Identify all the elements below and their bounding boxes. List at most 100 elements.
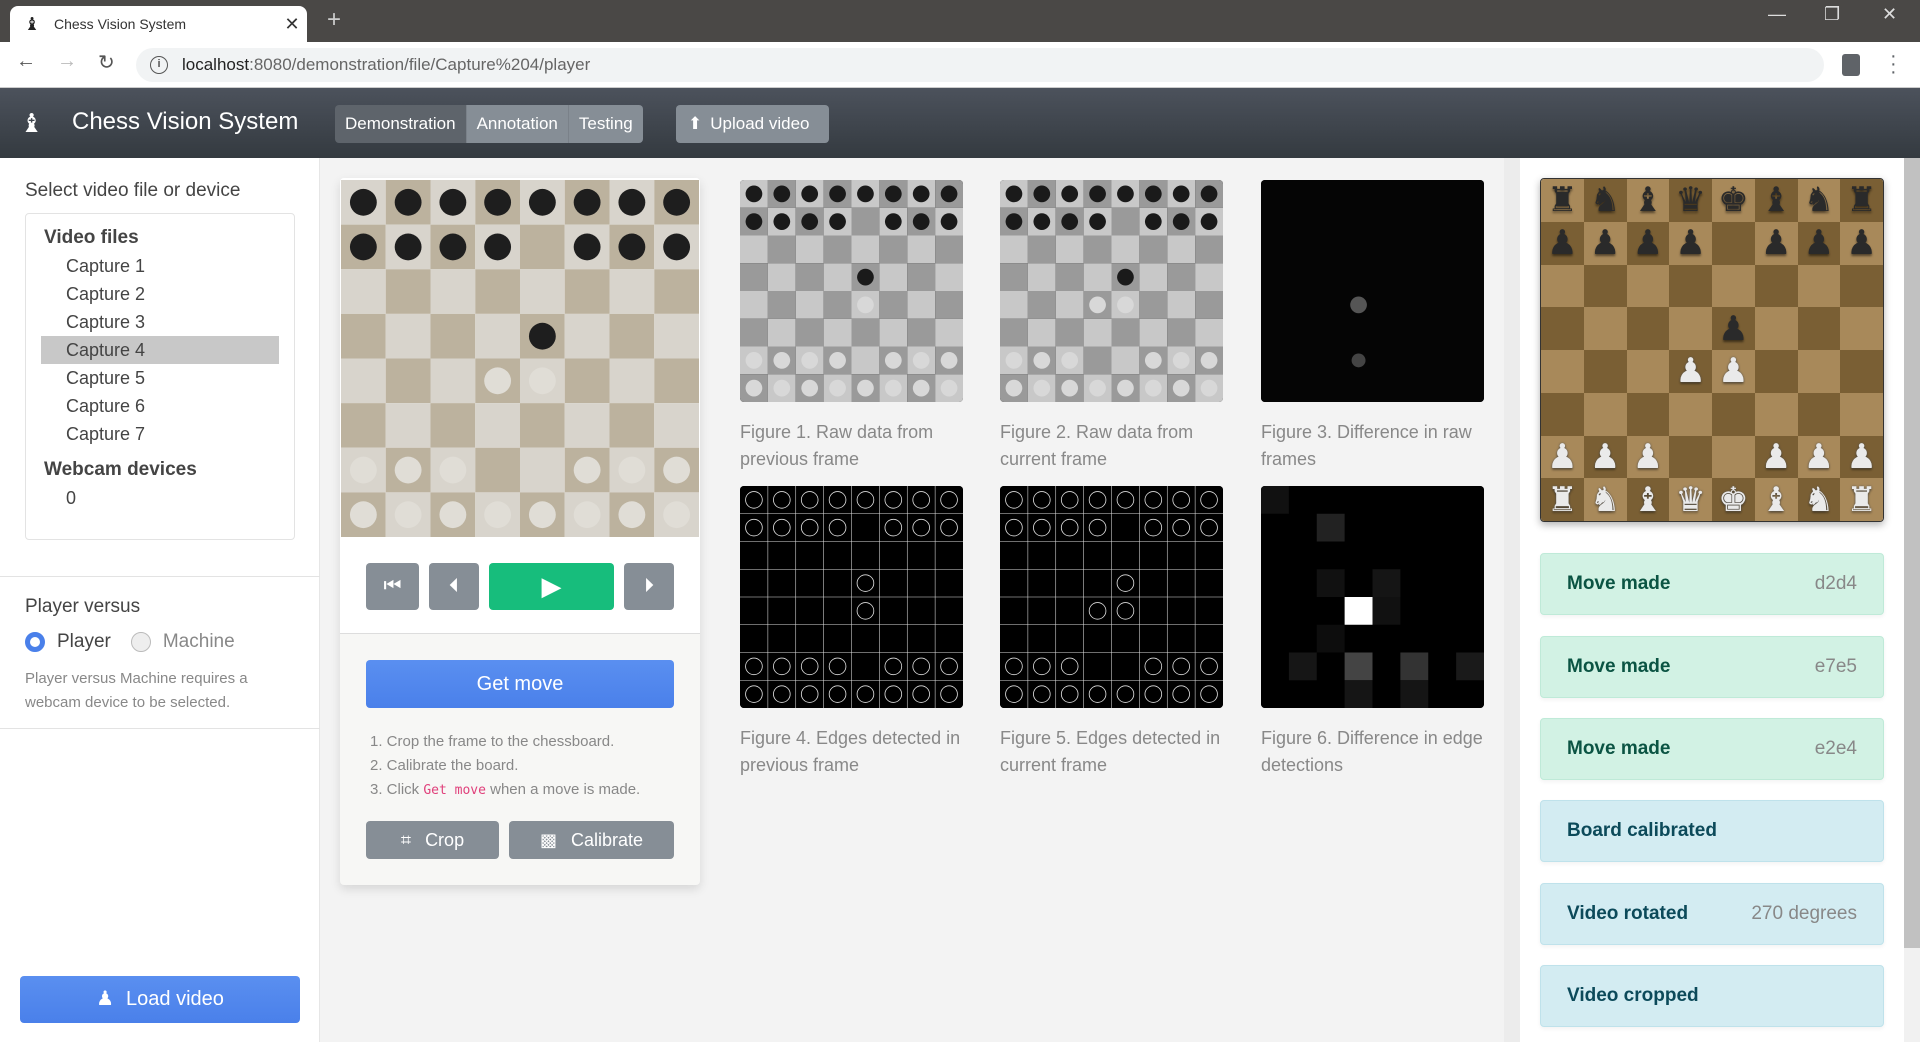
- board-square[interactable]: [1754, 350, 1798, 393]
- video-file-option[interactable]: Capture 3: [41, 308, 279, 336]
- page-scrollbar[interactable]: [1904, 158, 1920, 1042]
- load-video-button[interactable]: ♟ Load video: [20, 976, 300, 1023]
- radio-machine[interactable]: [130, 632, 151, 652]
- first-frame-button[interactable]: ⏮: [366, 563, 419, 610]
- board-square[interactable]: [1840, 350, 1883, 393]
- back-icon[interactable]: ←: [16, 50, 36, 73]
- board-square[interactable]: [1840, 307, 1883, 350]
- close-tab-icon[interactable]: ✕: [277, 14, 307, 35]
- video-file-option-selected[interactable]: Capture 4: [41, 336, 279, 364]
- tab-demonstration[interactable]: Demonstration: [335, 105, 467, 143]
- board-square[interactable]: [1583, 307, 1627, 350]
- white-piece-icon[interactable]: ♜: [1547, 483, 1577, 517]
- play-button[interactable]: ▶: [489, 563, 614, 610]
- white-piece-icon[interactable]: ♞: [1590, 483, 1620, 517]
- white-piece-icon[interactable]: ♟: [1718, 354, 1748, 388]
- board-square[interactable]: [1712, 264, 1755, 308]
- black-piece-icon[interactable]: ♛: [1675, 183, 1705, 217]
- browser-menu-icon[interactable]: · · ·: [1890, 46, 1897, 82]
- white-piece-icon[interactable]: ♟: [1761, 440, 1791, 474]
- white-piece-icon[interactable]: ♚: [1718, 483, 1748, 517]
- white-piece-icon[interactable]: ♝: [1761, 483, 1791, 517]
- board-square[interactable]: [1669, 392, 1712, 436]
- window-close-icon[interactable]: ✕: [1882, 4, 1897, 25]
- black-piece-icon[interactable]: ♞: [1590, 183, 1620, 217]
- white-piece-icon[interactable]: ♟: [1547, 440, 1577, 474]
- tab-testing[interactable]: Testing: [568, 105, 643, 143]
- radio-machine-label[interactable]: Machine: [163, 631, 235, 653]
- board-square[interactable]: ♟: [1712, 307, 1755, 350]
- scrollbar-thumb[interactable]: [1904, 158, 1920, 948]
- board-square[interactable]: [1797, 307, 1841, 350]
- black-piece-icon[interactable]: ♜: [1547, 183, 1577, 217]
- board-square[interactable]: [1669, 264, 1712, 308]
- board-square[interactable]: ♞: [1583, 179, 1627, 222]
- board-square[interactable]: [1669, 307, 1712, 350]
- black-piece-icon[interactable]: ♟: [1675, 226, 1705, 260]
- board-square[interactable]: ♜: [1541, 478, 1584, 521]
- black-piece-icon[interactable]: ♝: [1761, 183, 1791, 217]
- chessboard[interactable]: ♜ ♞ ♝ ♛ ♚ ♝ ♞ ♜ ♟ ♟ ♟ ♟ ♟ ♟ ♟ ♟ ♟ ♟ ♟ ♟ ♟ ♟ ♟ ♟ ♜ ♞ ♝ ♛ ♚ ♝ ♞ ♜: [1540, 178, 1884, 522]
- white-piece-icon[interactable]: ♞: [1804, 483, 1834, 517]
- white-piece-icon[interactable]: ♟: [1633, 440, 1663, 474]
- white-piece-icon[interactable]: ♟: [1846, 440, 1876, 474]
- board-square[interactable]: ♜: [1840, 478, 1883, 521]
- board-square[interactable]: [1541, 264, 1584, 308]
- board-square[interactable]: [1712, 221, 1755, 265]
- board-square[interactable]: [1541, 350, 1584, 393]
- get-move-button[interactable]: Get move: [366, 660, 674, 708]
- black-piece-icon[interactable]: ♟: [1804, 226, 1834, 260]
- board-square[interactable]: [1712, 392, 1755, 436]
- board-square[interactable]: ♟: [1840, 221, 1883, 265]
- restore-icon[interactable]: ❐: [1824, 4, 1840, 25]
- board-square[interactable]: [1840, 264, 1883, 308]
- board-square[interactable]: ♛: [1669, 179, 1712, 222]
- black-piece-icon[interactable]: ♟: [1718, 312, 1748, 346]
- board-square[interactable]: ♟: [1669, 221, 1712, 265]
- board-square[interactable]: [1754, 264, 1798, 308]
- board-square[interactable]: ♚: [1712, 478, 1755, 521]
- board-square[interactable]: ♜: [1840, 179, 1883, 222]
- video-file-option[interactable]: Capture 1: [41, 252, 279, 280]
- white-piece-icon[interactable]: ♟: [1675, 354, 1705, 388]
- forward-icon[interactable]: →: [57, 50, 77, 73]
- video-file-option[interactable]: Capture 2: [41, 280, 279, 308]
- board-square[interactable]: ♟: [1541, 221, 1584, 265]
- board-square[interactable]: [1797, 350, 1841, 393]
- board-square[interactable]: ♟: [1797, 221, 1841, 265]
- board-square[interactable]: ♟: [1797, 435, 1841, 479]
- profile-icon[interactable]: [1842, 54, 1860, 76]
- brand-title[interactable]: Chess Vision System: [72, 108, 298, 136]
- board-square[interactable]: [1626, 350, 1670, 393]
- previous-frame-button[interactable]: ⏴: [429, 563, 479, 610]
- board-square[interactable]: [1583, 264, 1627, 308]
- crop-button[interactable]: ⌗ Crop: [366, 821, 499, 859]
- url-input[interactable]: i localhost:8080/demonstration/file/Capt…: [136, 48, 1824, 82]
- board-square[interactable]: ♟: [1840, 435, 1883, 479]
- video-file-option[interactable]: Capture 7: [41, 420, 279, 448]
- board-square[interactable]: ♛: [1669, 478, 1712, 521]
- board-square[interactable]: [1541, 392, 1584, 436]
- source-select[interactable]: Video files Capture 1 Capture 2 Capture …: [25, 213, 295, 540]
- black-piece-icon[interactable]: ♟: [1761, 226, 1791, 260]
- board-square[interactable]: [1541, 307, 1584, 350]
- board-square[interactable]: [1583, 350, 1627, 393]
- white-piece-icon[interactable]: ♛: [1675, 483, 1705, 517]
- new-tab-icon[interactable]: +: [327, 6, 341, 34]
- board-square[interactable]: ♟: [1583, 221, 1627, 265]
- board-square[interactable]: [1626, 392, 1670, 436]
- board-square[interactable]: ♟: [1712, 350, 1755, 393]
- board-square[interactable]: [1754, 307, 1798, 350]
- next-frame-button[interactable]: ⏵: [624, 563, 674, 610]
- upload-video-button[interactable]: ⬆ Upload video: [676, 105, 829, 143]
- board-square[interactable]: ♚: [1712, 179, 1755, 222]
- white-piece-icon[interactable]: ♟: [1590, 440, 1620, 474]
- board-square[interactable]: [1797, 392, 1841, 436]
- black-piece-icon[interactable]: ♜: [1846, 183, 1876, 217]
- board-square[interactable]: [1626, 307, 1670, 350]
- board-square[interactable]: ♞: [1797, 478, 1841, 521]
- board-square[interactable]: [1797, 264, 1841, 308]
- black-piece-icon[interactable]: ♞: [1804, 183, 1834, 217]
- video-file-option[interactable]: Capture 5: [41, 364, 279, 392]
- black-piece-icon[interactable]: ♟: [1846, 226, 1876, 260]
